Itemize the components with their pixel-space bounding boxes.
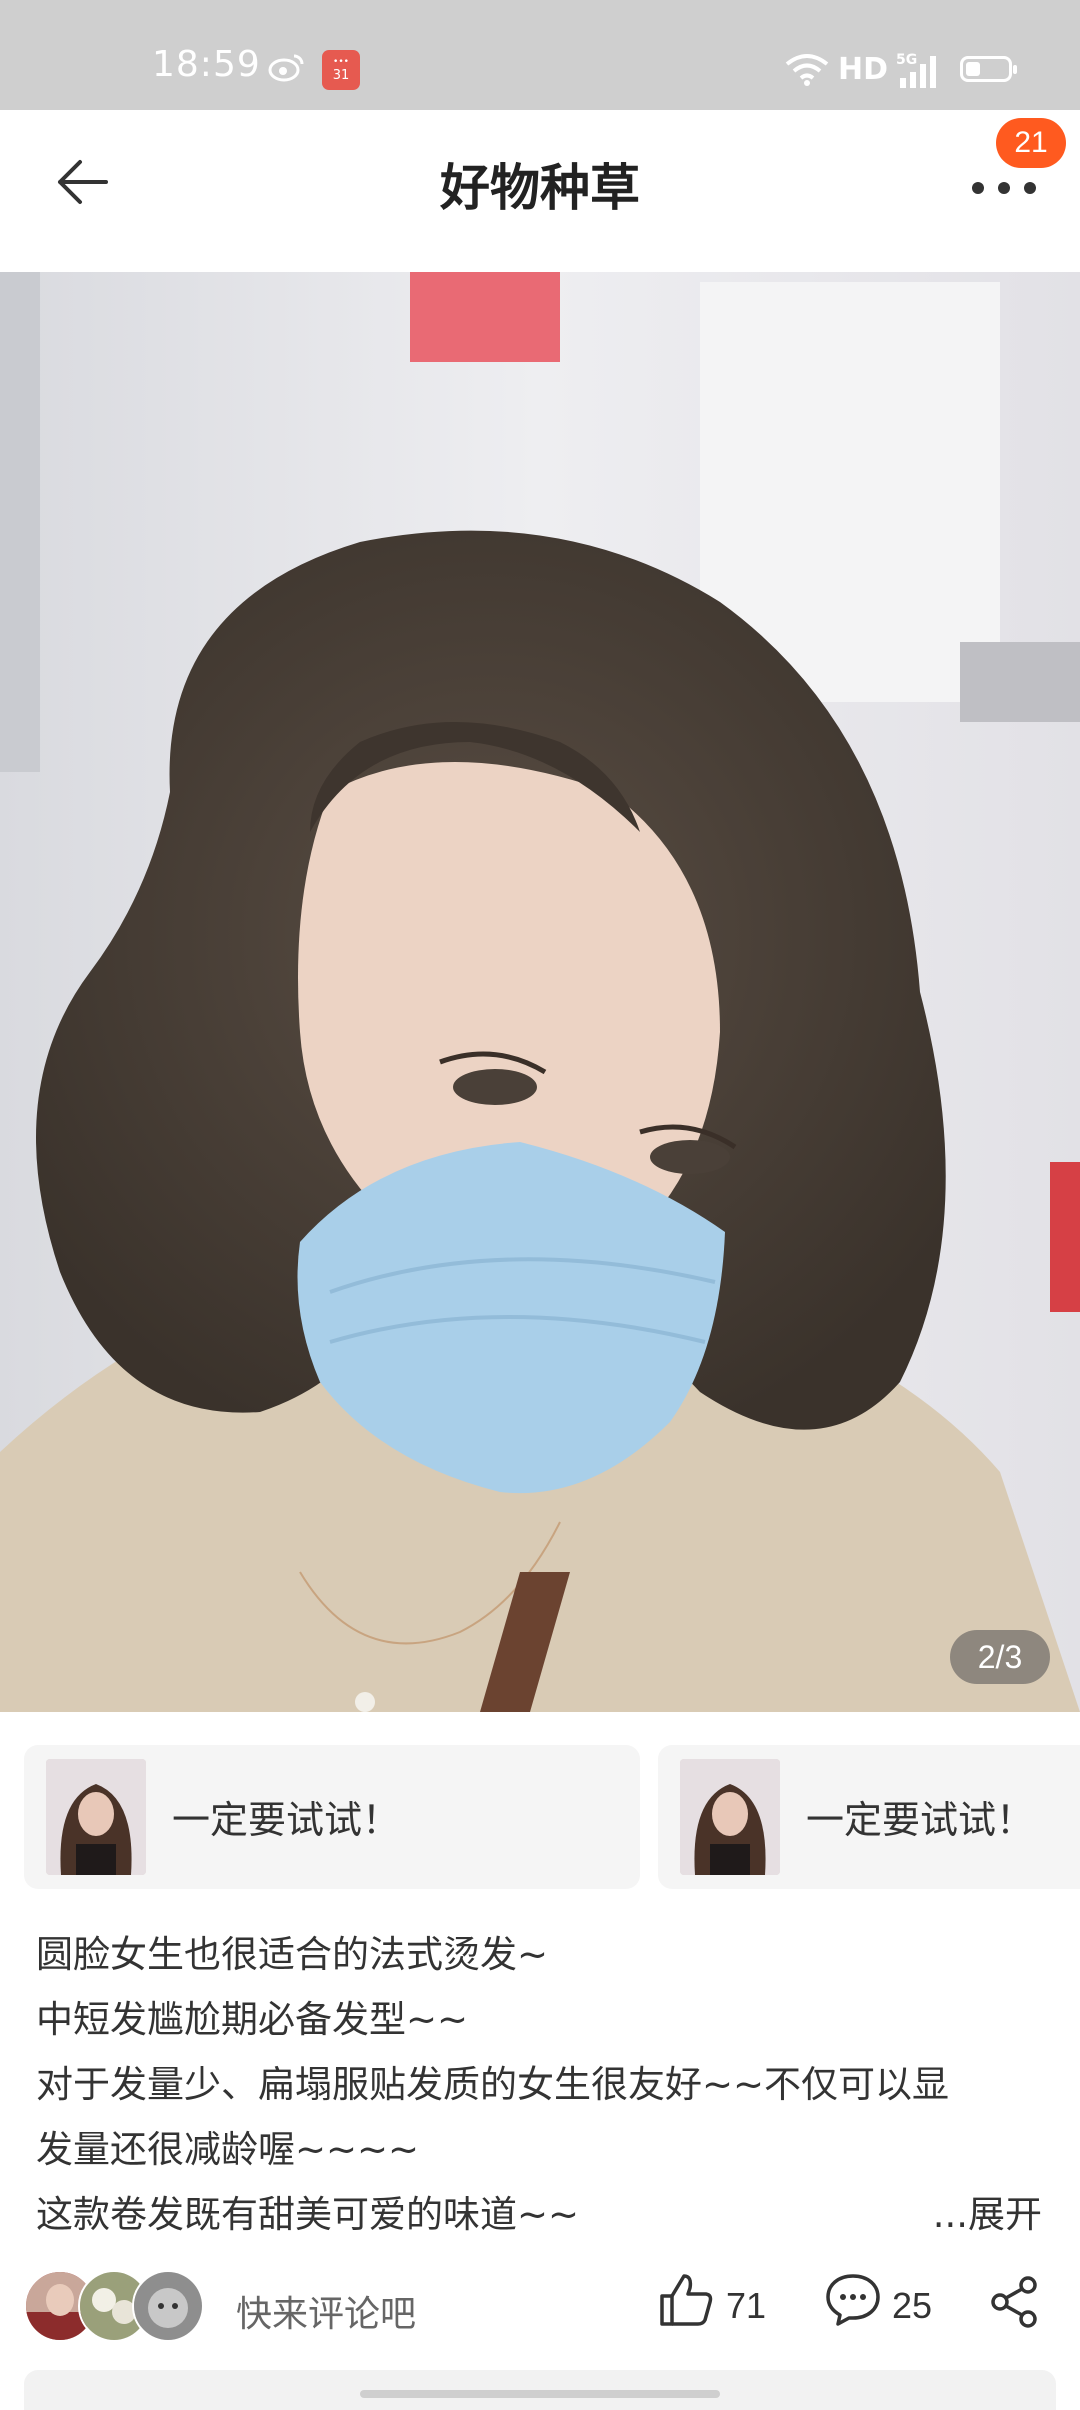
- notification-badge: 21: [996, 118, 1066, 168]
- like-icon[interactable]: [656, 2270, 716, 2330]
- photo-page-indicator: 2/3: [950, 1630, 1050, 1684]
- product-thumbnail: [680, 1759, 780, 1875]
- description-line: 中短发尴尬期必备发型~~: [36, 1998, 469, 2041]
- avatar: [132, 2270, 204, 2342]
- product-cards: 一定要试试！ 一定要试试！: [24, 1745, 1080, 1890]
- description-line: 发量还很减龄喔~~~~: [36, 2128, 420, 2171]
- product-card[interactable]: 一定要试试！: [658, 1745, 1080, 1889]
- weibo-icon: [268, 54, 304, 82]
- description-line: 圆脸女生也很适合的法式烫发~: [36, 1933, 549, 1976]
- wifi-icon: [785, 54, 829, 86]
- status-bar: 18:59 ••• 31 HD 5G: [0, 0, 1080, 110]
- expand-button[interactable]: ...展开: [933, 2184, 1042, 2238]
- signal-icon: 5G: [896, 52, 936, 88]
- photo-illustration: [0, 272, 1080, 1712]
- calendar-icon-day: 31: [332, 68, 350, 83]
- network-5g-label: 5G: [896, 52, 917, 68]
- like-count: 71: [726, 2285, 767, 2326]
- status-time: 18:59: [152, 44, 261, 85]
- description-line: 这款卷发既有甜美可爱的味道~~: [36, 2193, 580, 2236]
- comment-count: 25: [892, 2285, 933, 2326]
- post-photo[interactable]: 2/3: [0, 272, 1080, 1712]
- product-thumbnail: [46, 1759, 146, 1875]
- comment-icon[interactable]: [824, 2272, 882, 2328]
- description-line: 对于发量少、扁塌服贴发质的女生很友好~~不仅可以显: [36, 2063, 950, 2106]
- more-dots-icon[interactable]: [970, 170, 1040, 200]
- product-card-label: 一定要试试！: [806, 1798, 1035, 1842]
- product-card-label: 一定要试试！: [172, 1798, 401, 1842]
- header: 好物种草 21: [0, 110, 1080, 270]
- product-card[interactable]: 一定要试试！: [24, 1745, 640, 1889]
- calendar-icon: ••• 31: [322, 50, 360, 90]
- share-icon[interactable]: [990, 2275, 1040, 2329]
- home-indicator[interactable]: [360, 2390, 720, 2398]
- comment-prompt[interactable]: 快来评论吧: [236, 2285, 416, 2337]
- commenter-avatars[interactable]: [24, 2270, 224, 2342]
- battery-icon: [960, 56, 1017, 82]
- post-description: 圆脸女生也很适合的法式烫发~ 中短发尴尬期必备发型~~ 对于发量少、扁塌服贴发质…: [36, 1922, 1046, 2247]
- page-title: 好物种草: [440, 159, 640, 217]
- network-hd-label: HD: [838, 52, 889, 87]
